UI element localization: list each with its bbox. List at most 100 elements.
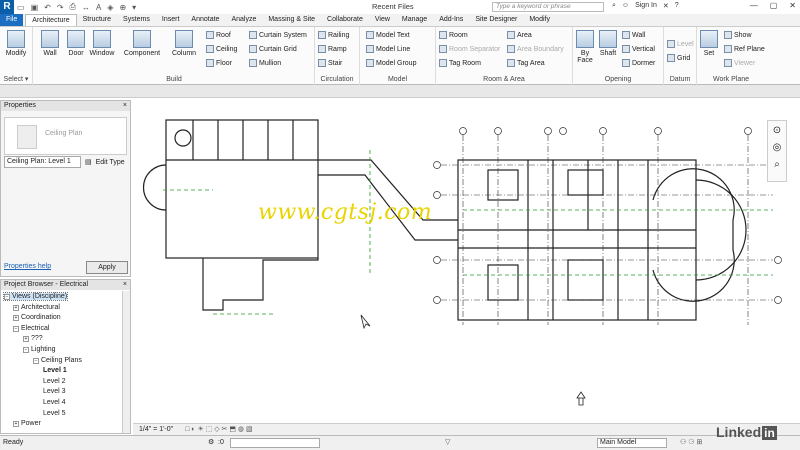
- collapse-icon[interactable]: −: [13, 325, 19, 332]
- model-line-button[interactable]: Model Line: [366, 45, 410, 53]
- navigation-bar[interactable]: ⊙ ◎ ⌕: [767, 120, 787, 182]
- tab-add-ins[interactable]: Add-Ins: [433, 14, 469, 26]
- exchange-icon[interactable]: ✕: [663, 2, 669, 10]
- tab-site-designer[interactable]: Site Designer: [469, 14, 523, 26]
- tab-view[interactable]: View: [369, 14, 396, 26]
- by-face-button[interactable]: By Face: [573, 30, 597, 64]
- save-icon[interactable]: ▣: [31, 3, 39, 12]
- tree-item[interactable]: − Ceiling Plans: [33, 357, 82, 364]
- worksets-select[interactable]: [230, 438, 320, 448]
- edit-type-icon[interactable]: ▤: [85, 158, 92, 166]
- roof-button[interactable]: Roof: [206, 31, 231, 39]
- help-icon[interactable]: ?: [675, 2, 679, 10]
- text-icon[interactable]: A: [96, 3, 101, 12]
- tree-item[interactable]: + Power: [13, 420, 41, 428]
- tree-item[interactable]: − Views (Discipline): [2, 292, 69, 301]
- tree-item[interactable]: Level 2: [43, 378, 66, 385]
- ceiling-button[interactable]: Ceiling: [206, 45, 237, 53]
- area-boundary-button[interactable]: Area Boundary: [507, 45, 564, 53]
- tab-systems[interactable]: Systems: [117, 14, 156, 26]
- tab-structure[interactable]: Structure: [77, 14, 117, 26]
- collapse-icon[interactable]: −: [4, 294, 10, 300]
- collapse-icon[interactable]: −: [33, 357, 39, 364]
- show-button[interactable]: Show: [724, 31, 752, 39]
- filter-icon[interactable]: ▽: [445, 436, 450, 450]
- wall-button[interactable]: Wall: [36, 30, 64, 57]
- app-logo-icon[interactable]: R: [0, 0, 14, 14]
- apply-button[interactable]: Apply: [86, 261, 128, 274]
- tree-item[interactable]: − Lighting: [23, 346, 56, 353]
- tag-room-button[interactable]: Tag Room: [439, 59, 481, 67]
- tag-area-button[interactable]: Tag Area: [507, 59, 545, 67]
- section-icon[interactable]: ⊕: [119, 3, 126, 12]
- window-button[interactable]: Window: [88, 30, 116, 57]
- measure-icon[interactable]: ↔: [82, 3, 90, 12]
- tree-item[interactable]: +???: [23, 335, 43, 343]
- mullion-button[interactable]: Mullion: [249, 59, 281, 67]
- user-icon[interactable]: ☺: [622, 2, 629, 10]
- tree-item[interactable]: Level 1: [43, 367, 67, 374]
- viewer-button[interactable]: Viewer: [724, 59, 755, 67]
- level-button[interactable]: Level: [667, 40, 694, 48]
- drawing-canvas[interactable]: [133, 100, 800, 423]
- quick-access-dropdown-icon[interactable]: ▾: [132, 3, 136, 12]
- type-selector[interactable]: Ceiling Plan: [4, 117, 127, 155]
- sign-in-link[interactable]: Sign In: [635, 2, 657, 10]
- vertical-opening-button[interactable]: Vertical: [622, 45, 655, 53]
- model-group-button[interactable]: Model Group: [366, 59, 416, 67]
- search-icon[interactable]: ⌕: [612, 2, 616, 10]
- project-browser-close-icon[interactable]: ×: [123, 280, 127, 290]
- grid-button[interactable]: Grid: [667, 54, 690, 62]
- select-dropdown[interactable]: Select ▾: [0, 75, 32, 83]
- collapse-icon[interactable]: −: [23, 347, 29, 353]
- close-icon[interactable]: ✕: [789, 1, 796, 10]
- open-icon[interactable]: ▭: [17, 3, 25, 12]
- design-options-select[interactable]: Main Model: [597, 438, 667, 448]
- view-instance-select[interactable]: Ceiling Plan: Level 1: [4, 156, 81, 168]
- door-button[interactable]: Door: [62, 30, 90, 57]
- component-button[interactable]: Component: [122, 30, 162, 57]
- expand-icon[interactable]: +: [13, 421, 19, 428]
- shaft-button[interactable]: Shaft: [596, 30, 620, 57]
- railing-button[interactable]: Railing: [318, 31, 349, 39]
- room-separator-button[interactable]: Room Separator: [439, 45, 500, 53]
- dormer-button[interactable]: Dormer: [622, 59, 655, 67]
- view-controls-icons[interactable]: □ ◐ ☀ ⬚ ◇ ✂ ⬒ ◍ ▧: [185, 426, 253, 433]
- tab-manage[interactable]: Manage: [396, 14, 433, 26]
- column-button[interactable]: Column: [168, 30, 200, 57]
- minimize-icon[interactable]: —: [750, 1, 758, 10]
- wall-opening-button[interactable]: Wall: [622, 31, 645, 39]
- maximize-icon[interactable]: ▢: [770, 1, 778, 10]
- stair-button[interactable]: Stair: [318, 59, 342, 67]
- view-cube-icon[interactable]: ⊙: [768, 125, 786, 136]
- floor-button[interactable]: Floor: [206, 59, 232, 67]
- modify-button[interactable]: Modify: [2, 30, 30, 57]
- properties-close-icon[interactable]: ×: [123, 101, 127, 111]
- worksets-icon[interactable]: ⚙: [208, 436, 214, 450]
- curtain-system-button[interactable]: Curtain System: [249, 31, 307, 39]
- expand-icon[interactable]: +: [13, 315, 19, 322]
- ref-plane-button[interactable]: Ref Plane: [724, 45, 765, 53]
- room-button[interactable]: Room: [439, 31, 468, 39]
- tree-item[interactable]: Level 4: [43, 399, 66, 406]
- tree-item[interactable]: − Electrical: [13, 325, 49, 332]
- edit-type-button[interactable]: Edit Type: [96, 159, 125, 166]
- selection-icons[interactable]: ⚇ ⚆ ⊞: [680, 436, 702, 450]
- tab-modify[interactable]: Modify: [523, 14, 556, 26]
- set-button[interactable]: Set: [697, 30, 721, 57]
- browser-scrollbar[interactable]: [122, 291, 130, 433]
- search-input[interactable]: Type a keyword or phrase: [492, 2, 604, 12]
- expand-icon[interactable]: +: [23, 336, 29, 343]
- tree-item[interactable]: Level 3: [43, 388, 66, 395]
- curtain-grid-button[interactable]: Curtain Grid: [249, 45, 297, 53]
- 3d-view-icon[interactable]: ◈: [107, 3, 113, 12]
- tree-item[interactable]: Level 5: [43, 410, 66, 417]
- model-text-button[interactable]: Model Text: [366, 31, 410, 39]
- area-button[interactable]: Area: [507, 31, 532, 39]
- steering-wheel-icon[interactable]: ◎: [768, 142, 786, 153]
- expand-icon[interactable]: +: [13, 304, 19, 311]
- ramp-button[interactable]: Ramp: [318, 45, 347, 53]
- tab-analyze[interactable]: Analyze: [225, 14, 262, 26]
- undo-icon[interactable]: ↶: [44, 3, 51, 12]
- view-scale[interactable]: 1/4" = 1'-0": [139, 426, 173, 433]
